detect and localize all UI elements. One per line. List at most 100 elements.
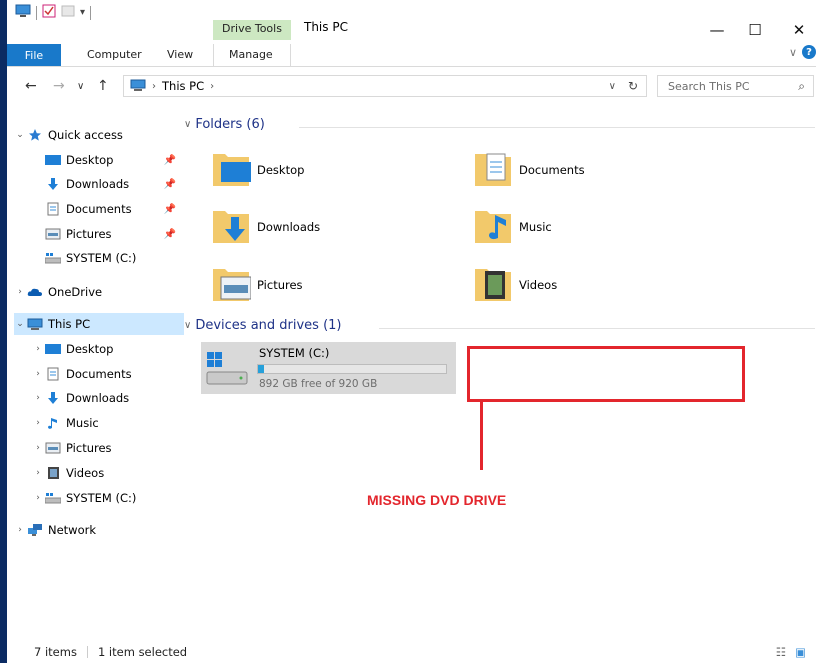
tab-manage[interactable]: Manage [229, 48, 273, 61]
folder-documents[interactable]: Documents [473, 148, 585, 191]
folder-label: Videos [519, 277, 558, 292]
collapse-chevron-icon[interactable]: ∨ [184, 320, 191, 331]
folder-desktop[interactable]: Desktop [211, 148, 304, 191]
sidebar-item-this-pc[interactable]: ⌄ This PC [14, 313, 184, 335]
sidebar-item-pictures[interactable]: Pictures 📌 [14, 223, 184, 245]
expand-chevron-icon[interactable]: › [32, 393, 44, 403]
folder-downloads[interactable]: Downloads [211, 205, 320, 248]
sidebar-item-label: Documents [66, 367, 132, 381]
group-divider [379, 328, 815, 329]
tab-computer[interactable]: Computer [87, 48, 142, 61]
sidebar-item-quick-access[interactable]: ⌄ Quick access [14, 124, 184, 146]
drive-usage-fill [258, 365, 264, 373]
tab-file[interactable]: File [7, 44, 61, 66]
sidebar-item-pc-system-c[interactable]: › SYSTEM (C:) [14, 487, 184, 509]
pin-icon[interactable]: 📌 [164, 155, 176, 166]
window-title: This PC [304, 20, 348, 34]
folder-label: Pictures [257, 277, 303, 292]
videos-folder-icon [473, 263, 513, 306]
documents-icon [44, 202, 62, 216]
folder-label: Desktop [257, 162, 305, 177]
expand-chevron-icon[interactable]: › [32, 443, 44, 453]
customize-qat-icon[interactable]: ▾ [80, 7, 85, 18]
folder-label: Music [519, 219, 552, 234]
context-tab-label: Drive Tools [222, 22, 282, 35]
pin-icon[interactable]: 📌 [164, 179, 176, 190]
minimize-button[interactable]: — [697, 18, 737, 42]
address-bar[interactable]: › This PC › ∨ ↻ [123, 75, 647, 97]
folders-group-header[interactable]: ∨ Folders (6) [184, 117, 265, 132]
breadcrumb-chevron-icon[interactable]: › [210, 81, 214, 92]
expand-chevron-icon[interactable]: › [32, 418, 44, 428]
pin-icon[interactable]: 📌 [164, 229, 176, 240]
pin-icon[interactable]: 📌 [164, 204, 176, 215]
sidebar-item-system-c[interactable]: SYSTEM (C:) [14, 247, 184, 269]
refresh-icon[interactable]: ↻ [628, 79, 638, 93]
up-arrow-icon[interactable]: ↑ [97, 78, 109, 94]
folder-videos[interactable]: Videos [473, 263, 557, 306]
collapse-chevron-icon[interactable]: ⌄ [14, 319, 26, 329]
folder-pictures[interactable]: Pictures [211, 263, 303, 306]
new-folder-icon[interactable] [61, 4, 75, 21]
search-placeholder: Search This PC [668, 79, 750, 93]
this-pc-icon [26, 317, 44, 331]
pictures-folder-icon [211, 263, 252, 306]
tab-view[interactable]: View [167, 48, 193, 61]
help-icon[interactable]: ? [802, 45, 816, 59]
documents-folder-icon [473, 148, 513, 191]
sidebar-item-pc-documents[interactable]: › Documents [14, 363, 184, 385]
sidebar-item-pc-music[interactable]: › Music [14, 412, 184, 434]
sidebar-item-label: Desktop [66, 153, 114, 167]
address-dropdown-icon[interactable]: ∨ [609, 81, 616, 92]
expand-chevron-icon[interactable]: › [32, 344, 44, 354]
expand-chevron-icon[interactable]: › [32, 468, 44, 478]
sidebar-item-downloads[interactable]: Downloads 📌 [14, 173, 184, 195]
computer-icon[interactable] [15, 4, 31, 21]
expand-chevron-icon[interactable]: › [14, 525, 26, 535]
pictures-icon [44, 441, 62, 455]
details-view-icon[interactable]: ☷ [776, 645, 786, 659]
collapse-chevron-icon[interactable]: ∨ [184, 119, 191, 130]
item-count: 7 items [34, 644, 77, 659]
sidebar-item-network[interactable]: › Network [14, 519, 184, 541]
documents-icon [44, 367, 62, 381]
properties-icon[interactable] [42, 4, 56, 21]
breadcrumb-this-pc[interactable]: This PC [162, 79, 204, 93]
search-input[interactable]: Search This PC ⌕ [657, 75, 814, 97]
status-bar: 7 items 1 item selected ☷ ▣ [14, 640, 816, 663]
drive-usage-bar [257, 364, 447, 374]
sidebar-item-documents[interactable]: Documents 📌 [14, 198, 184, 220]
recent-locations-icon[interactable]: ∨ [77, 81, 84, 92]
sidebar-item-onedrive[interactable]: › OneDrive [14, 281, 184, 303]
search-icon[interactable]: ⌕ [798, 79, 805, 94]
expand-chevron-icon[interactable]: › [32, 493, 44, 503]
back-arrow-icon[interactable]: ← [25, 78, 37, 94]
maximize-button[interactable]: ☐ [735, 18, 775, 42]
expand-chevron-icon[interactable]: › [14, 287, 26, 297]
forward-arrow-icon[interactable]: → [53, 78, 65, 94]
devices-group-header[interactable]: ∨ Devices and drives (1) [184, 318, 342, 333]
close-button[interactable]: ✕ [779, 18, 816, 42]
drive-icon [44, 251, 62, 265]
sidebar-item-label: Downloads [66, 391, 130, 405]
folder-label: Downloads [257, 219, 321, 234]
sidebar-item-label: Videos [66, 466, 105, 480]
onedrive-cloud-icon [26, 285, 44, 299]
sidebar-item-pc-pictures[interactable]: › Pictures [14, 437, 184, 459]
pictures-icon [44, 227, 62, 241]
sidebar-item-pc-desktop[interactable]: › Desktop [14, 338, 184, 360]
sidebar-item-label: SYSTEM (C:) [66, 251, 137, 265]
quick-access-toolbar: ▾ [15, 4, 92, 21]
windows-drive-icon [205, 350, 251, 391]
music-note-icon [44, 416, 62, 430]
large-icons-view-icon[interactable]: ▣ [795, 645, 806, 659]
folder-music[interactable]: Music [473, 205, 552, 248]
drive-system-c[interactable]: SYSTEM (C:) 892 GB free of 920 GB [201, 342, 456, 394]
sidebar-item-pc-videos[interactable]: › Videos [14, 462, 184, 484]
ribbon-expand-icon[interactable]: ∨ [789, 46, 797, 59]
collapse-chevron-icon[interactable]: ⌄ [14, 130, 26, 140]
sidebar-item-pc-downloads[interactable]: › Downloads [14, 387, 184, 409]
sidebar-item-label: Pictures [66, 227, 112, 241]
sidebar-item-desktop[interactable]: Desktop 📌 [14, 149, 184, 171]
expand-chevron-icon[interactable]: › [32, 369, 44, 379]
